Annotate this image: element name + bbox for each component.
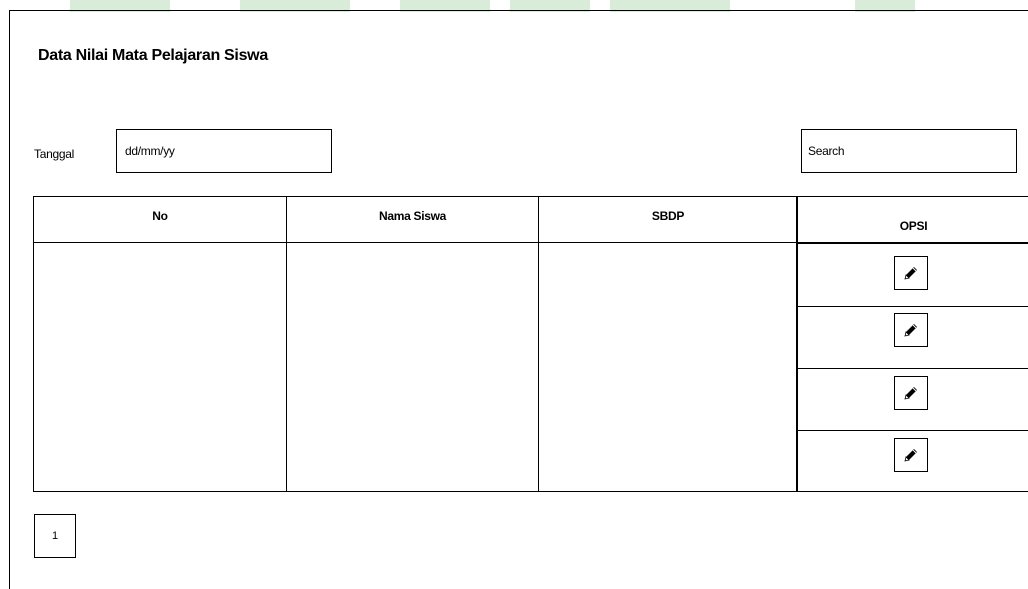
column-nama-siswa: Nama Siswa [286,196,539,492]
pagination-page-number: 1 [51,530,59,542]
table-row [797,243,1028,306]
search-input-value: Search [808,144,845,158]
edit-button[interactable] [894,376,928,410]
column-no: No [33,196,287,492]
page-title: Data Nilai Mata Pelajaran Siswa [38,47,268,64]
date-input[interactable]: dd/mm/yy [116,129,332,173]
column-header-no: No [152,209,168,223]
frame-border-left [9,10,10,589]
column-header-nama-siswa: Nama Siswa [378,209,447,223]
table-header-divider [33,242,1028,243]
date-input-value: dd/mm/yy [125,144,175,158]
pagination-page-button[interactable]: 1 [34,514,76,558]
edit-button[interactable] [894,438,928,472]
column-opsi: OPSI [796,196,1028,492]
pencil-icon [904,387,917,400]
pencil-icon [904,449,917,462]
table-row [797,306,1028,368]
date-label: Tanggal [34,147,74,161]
column-sbdp: SBDP [538,196,798,492]
pencil-icon [904,324,917,337]
edit-button[interactable] [894,313,928,347]
pencil-icon [904,267,917,280]
column-header-opsi: OPSI [899,219,928,233]
table-row [797,430,1028,493]
data-table: No Nama Siswa SBDP OPSI [33,196,1028,492]
search-input[interactable]: Search [801,129,1017,173]
column-header-sbdp: SBDP [651,209,685,223]
frame-border-top [9,10,1028,11]
table-row [797,368,1028,430]
edit-button[interactable] [894,256,928,290]
